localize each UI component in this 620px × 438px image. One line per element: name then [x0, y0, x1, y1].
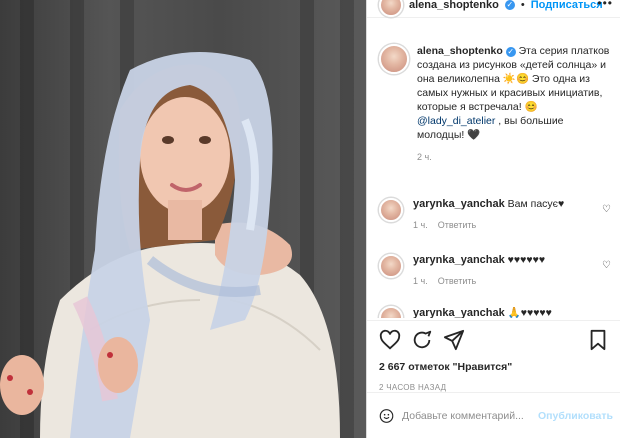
- comment-item: yarynka_yanchak 🙏♥♥♥♥♥: [379, 306, 615, 318]
- post-actions: 2 667 отметок "Нравится" 2 ЧАСОВ НАЗАД: [367, 320, 620, 392]
- reply-button[interactable]: Ответить: [438, 220, 476, 230]
- comment-input[interactable]: [402, 409, 531, 422]
- comment-username[interactable]: yarynka_yanchak: [413, 254, 505, 266]
- bookmark-icon[interactable]: [587, 329, 609, 351]
- comment-like-icon[interactable]: ♡: [602, 204, 611, 215]
- caption-mention-link[interactable]: @lady_di_atelier: [417, 115, 495, 127]
- emoji-icon[interactable]: [379, 407, 394, 425]
- caption-username[interactable]: alena_shoptenko: [417, 45, 503, 57]
- publish-button[interactable]: Опубликовать: [538, 410, 613, 422]
- caption: alena_shoptenko ✓ Эта серия платков созд…: [379, 44, 615, 164]
- post-date[interactable]: 2 ЧАСОВ НАЗАД: [367, 373, 620, 392]
- comment-body: yarynka_yanchak 🙏♥♥♥♥♥: [413, 306, 583, 318]
- comment-item: yarynka_yanchak ♥♥♥♥♥♥ 1 ч. Ответить ♡: [379, 254, 615, 286]
- woman-in-scarf-illustration: [0, 52, 340, 438]
- comment-username[interactable]: yarynka_yanchak: [413, 307, 505, 318]
- comment-time[interactable]: 1 ч.: [413, 220, 428, 230]
- post-header: alena_shoptenko ✓ • Подписаться •••: [367, 0, 620, 18]
- separator-dot: •: [520, 0, 525, 11]
- comment-body: yarynka_yanchak ♥♥♥♥♥♥ 1 ч. Ответить: [413, 254, 583, 286]
- reply-button[interactable]: Ответить: [438, 276, 476, 286]
- comment-meta: 1 ч. Ответить: [413, 276, 583, 286]
- comment-text: 🙏♥♥♥♥♥: [507, 307, 552, 318]
- add-comment-bar: Опубликовать: [367, 392, 620, 438]
- comment-time[interactable]: 1 ч.: [413, 276, 428, 286]
- heart-icon[interactable]: [379, 329, 401, 351]
- post-side-panel: alena_shoptenko ✓ • Подписаться ••• alen…: [366, 0, 620, 438]
- comment-username[interactable]: yarynka_yanchak: [413, 198, 505, 210]
- caption-time[interactable]: 2 ч.: [417, 150, 613, 164]
- comment-item: yarynka_yanchak Вам пасує♥ 1 ч. Ответить…: [379, 198, 615, 230]
- header-username[interactable]: alena_shoptenko: [409, 0, 499, 11]
- avatar[interactable]: [379, 44, 409, 74]
- comment-body: yarynka_yanchak Вам пасує♥ 1 ч. Ответить: [413, 198, 583, 230]
- follow-button[interactable]: Подписаться: [531, 0, 603, 11]
- verified-icon: ✓: [505, 47, 516, 57]
- comment-meta: 1 ч. Ответить: [413, 220, 583, 230]
- comment-like-icon[interactable]: ♡: [602, 260, 611, 271]
- avatar[interactable]: [379, 254, 403, 278]
- caption-body: alena_shoptenko ✓ Эта серия платков созд…: [417, 44, 613, 164]
- post-photo[interactable]: [0, 0, 366, 438]
- more-options-icon[interactable]: •••: [597, 0, 613, 10]
- share-icon[interactable]: [443, 329, 465, 351]
- likes-count[interactable]: 2 667 отметок "Нравится": [367, 357, 620, 373]
- verified-icon: ✓: [504, 0, 515, 10]
- comment-icon[interactable]: [411, 329, 433, 351]
- avatar[interactable]: [379, 306, 403, 318]
- comments-list[interactable]: alena_shoptenko ✓ Эта серия платков созд…: [367, 36, 620, 318]
- avatar[interactable]: [379, 198, 403, 222]
- comment-text: ♥♥♥♥♥♥: [507, 254, 546, 266]
- comment-text: Вам пасує♥: [507, 198, 565, 210]
- action-icons: [367, 321, 620, 357]
- avatar[interactable]: [379, 0, 403, 17]
